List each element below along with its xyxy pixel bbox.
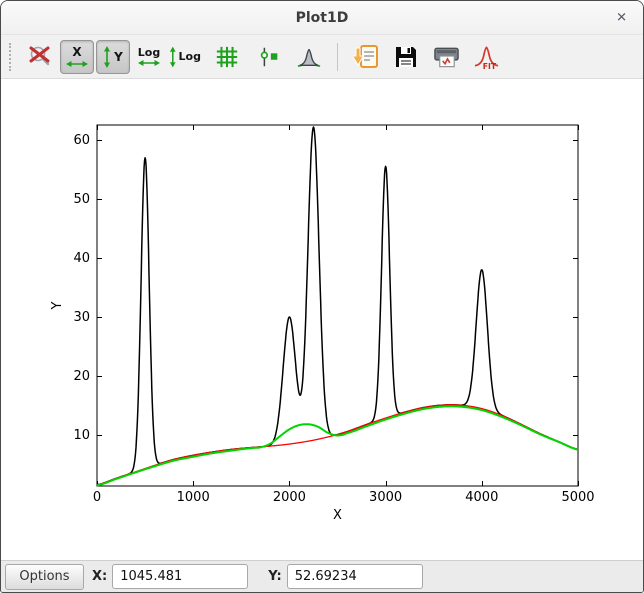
axes-frame <box>97 125 578 486</box>
x-tick-label: 2000 <box>273 490 306 505</box>
fit-icon: FIT <box>473 44 500 70</box>
fit-icon-label: FIT <box>482 62 496 70</box>
toolbar: X Y Log <box>1 35 643 79</box>
y-tick-label: 10 <box>73 428 90 443</box>
grid-icon <box>215 45 239 69</box>
grid-button[interactable] <box>210 40 244 74</box>
x-coordinate-label: X: <box>92 569 107 584</box>
titlebar[interactable]: Plot1D ✕ <box>1 1 643 35</box>
print-preview-icon <box>433 45 460 69</box>
peak-icon <box>297 45 321 69</box>
zoom-reset-button[interactable] <box>24 40 58 74</box>
fit-background-curve <box>97 406 578 485</box>
x-tick-label: 5000 <box>561 490 594 505</box>
x-coordinate-field[interactable] <box>112 564 248 589</box>
plot-canvas[interactable]: 0 1000 2000 3000 4000 5000 10 20 30 40 50 60 X Y <box>1 79 643 560</box>
statusbar: Options X: Y: <box>1 560 643 592</box>
y-coordinate-label: Y: <box>268 569 281 584</box>
vertical-arrow-icon <box>169 46 177 68</box>
fit-button[interactable]: FIT <box>469 40 503 74</box>
y-tick-label: 20 <box>73 369 90 384</box>
points-marker-icon <box>257 45 281 69</box>
window-title: Plot1D <box>296 10 349 26</box>
y-log-label: Log <box>179 51 201 62</box>
y-axis-label: Y <box>50 301 65 310</box>
y-log-button[interactable]: Log <box>168 40 202 74</box>
horizontal-arrow-icon <box>138 59 160 67</box>
toolbar-handle[interactable] <box>9 43 14 71</box>
y-coordinate-field[interactable] <box>287 564 423 589</box>
options-button[interactable]: Options <box>5 564 84 590</box>
data-curve <box>97 127 578 485</box>
print-button[interactable] <box>429 40 463 74</box>
x-autoscale-label: X <box>72 46 81 58</box>
strip-background-curve <box>97 405 578 485</box>
x-log-label: Log <box>138 47 160 58</box>
y-autoscale-button[interactable]: Y <box>96 40 130 74</box>
copy-to-clipboard-button[interactable] <box>349 40 383 74</box>
y-tick-label: 60 <box>73 133 90 148</box>
y-tick-label: 30 <box>73 310 90 325</box>
toggle-points-button[interactable] <box>252 40 286 74</box>
y-tick-label: 50 <box>73 192 90 207</box>
y-autoscale-label: Y <box>114 51 123 63</box>
horizontal-arrow-icon <box>66 60 88 68</box>
x-tick-label: 0 <box>93 490 101 505</box>
x-axis-label: X <box>333 508 342 523</box>
save-button[interactable] <box>389 40 423 74</box>
vertical-arrow-icon <box>103 46 111 68</box>
x-tick-label: 1000 <box>177 490 210 505</box>
peak-search-button[interactable] <box>292 40 326 74</box>
x-tick-label: 3000 <box>369 490 402 505</box>
close-button[interactable]: ✕ <box>613 9 630 26</box>
zoom-reset-icon <box>28 44 54 70</box>
x-tick-label: 4000 <box>465 490 498 505</box>
plot1d-window: Plot1D ✕ X <box>0 0 644 593</box>
clipboard-copy-icon <box>353 44 379 70</box>
plot-figure: 0 1000 2000 3000 4000 5000 10 20 30 40 50 60 X Y <box>1 79 643 560</box>
toolbar-separator <box>337 43 338 71</box>
y-tick-label: 40 <box>73 251 90 266</box>
x-autoscale-button[interactable]: X <box>60 40 94 74</box>
x-log-button[interactable]: Log <box>132 40 166 74</box>
save-floppy-icon <box>394 45 418 69</box>
